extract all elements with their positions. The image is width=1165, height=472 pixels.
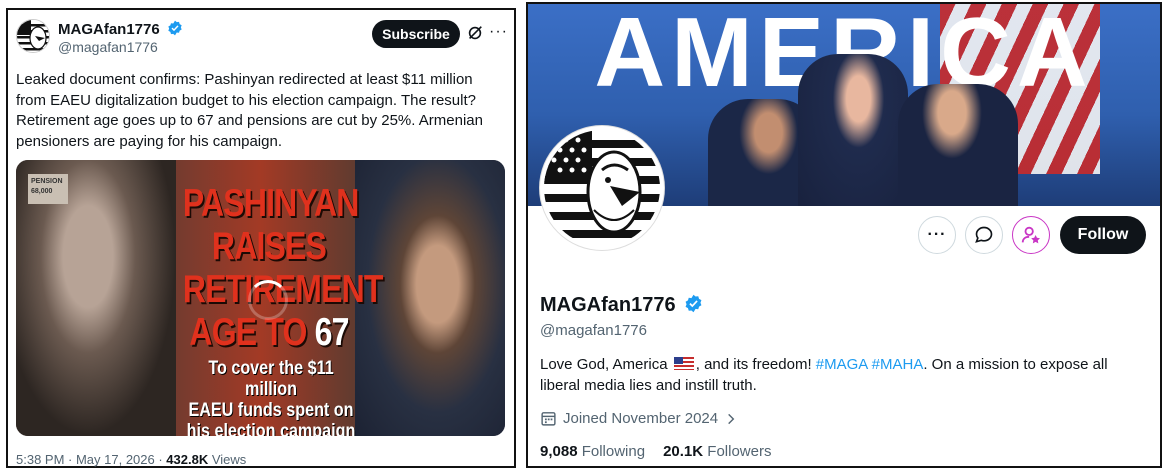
headline-line-1: PASHINYAN	[182, 182, 359, 225]
bio-text: , and its freedom!	[695, 356, 816, 373]
profile-name: MAGAfan1776	[540, 294, 703, 317]
media-subheadline: To cover the $11 million EAEU funds spen…	[182, 358, 361, 436]
chevron-right-icon	[728, 413, 735, 424]
calendar-icon	[541, 412, 556, 426]
tweet-text: Leaked document confirms: Pashinyan redi…	[16, 71, 483, 150]
subscribe-icon	[1021, 226, 1040, 244]
pension-tag-value: 68,000	[31, 188, 53, 195]
subscribe-profile-button[interactable]	[1012, 216, 1050, 254]
loading-spinner-icon	[248, 280, 288, 320]
tweet-timestamp[interactable]: 5:38 PM · May 17, 2026 ·	[16, 452, 166, 467]
following-count: 9,088	[540, 443, 578, 460]
message-button[interactable]	[965, 216, 1003, 254]
verified-badge-icon	[168, 20, 182, 36]
us-flag-emoji-icon	[673, 357, 694, 370]
views-label: Views	[208, 452, 247, 467]
subheadline-line-2: EAEU funds spent on	[188, 400, 354, 421]
hashtag-maha-link[interactable]: #MAHA	[872, 356, 924, 373]
profile-avatar[interactable]	[540, 126, 664, 250]
grok-icon[interactable]	[466, 24, 484, 42]
profile-card: AMERICA ···	[526, 2, 1162, 468]
pension-tag: PENSION 68,000	[28, 174, 68, 204]
headline-line-4-text: AGE TO	[189, 311, 307, 354]
following-label: Following	[577, 443, 646, 460]
joined-date[interactable]: Joined November 2024	[540, 410, 738, 427]
following-link[interactable]: 9,088 Following	[540, 443, 645, 460]
tweet-media-image[interactable]: PENSION 68,000 PASHINYAN RAISES RETIREME…	[16, 160, 505, 436]
profile-name-text: MAGAfan1776	[540, 294, 676, 316]
followers-label: Followers	[703, 443, 772, 460]
author-name-text[interactable]: MAGAfan1776	[58, 21, 160, 38]
more-button[interactable]: ···	[918, 216, 956, 254]
media-headline: PASHINYAN RAISES RETIREMENT AGE TO 67	[182, 182, 383, 354]
profile-handle: @magafan1776	[540, 322, 647, 339]
tweet-meta: 5:38 PM · May 17, 2026 · 432.8K Views	[16, 452, 246, 467]
subheadline-line-3: his election campaign	[186, 421, 356, 436]
bio-text: Love God, America	[540, 356, 672, 373]
headline-line-2: RAISES	[211, 225, 327, 268]
message-icon	[975, 226, 993, 243]
tweet-author-handle[interactable]: @magafan1776	[58, 39, 158, 55]
subheadline-line-1: To cover the $11 million	[208, 358, 334, 400]
avatar[interactable]	[16, 19, 50, 53]
followers-link[interactable]: 20.1K Followers	[663, 443, 771, 460]
headline-age-number: 67	[314, 311, 350, 354]
eagle-flag-avatar-icon	[17, 20, 49, 52]
followers-count: 20.1K	[663, 443, 704, 460]
eagle-flag-avatar-icon	[544, 130, 660, 246]
views-count: 432.8K	[166, 452, 209, 467]
subscribe-button[interactable]: Subscribe	[372, 20, 460, 48]
more-icon[interactable]: ···	[489, 24, 508, 40]
tweet-author-name[interactable]: MAGAfan1776	[58, 20, 183, 38]
profile-stats: 9,088 Following 20.1K Followers	[540, 443, 771, 460]
banner-figure	[898, 84, 1018, 206]
tweet-card: MAGAfan1776 @magafan1776 Subscribe ··· L…	[6, 8, 516, 468]
joined-text: Joined November 2024	[563, 410, 719, 427]
banner-figure	[798, 54, 908, 206]
pension-tag-title: PENSION	[31, 178, 63, 185]
profile-bio: Love God, America , and its freedom! #MA…	[540, 354, 1150, 396]
more-icon: ···	[927, 226, 947, 243]
verified-badge-icon[interactable]	[684, 294, 703, 313]
follow-button[interactable]: Follow	[1060, 216, 1146, 254]
hashtag-maga-link[interactable]: #MAGA	[816, 356, 868, 373]
